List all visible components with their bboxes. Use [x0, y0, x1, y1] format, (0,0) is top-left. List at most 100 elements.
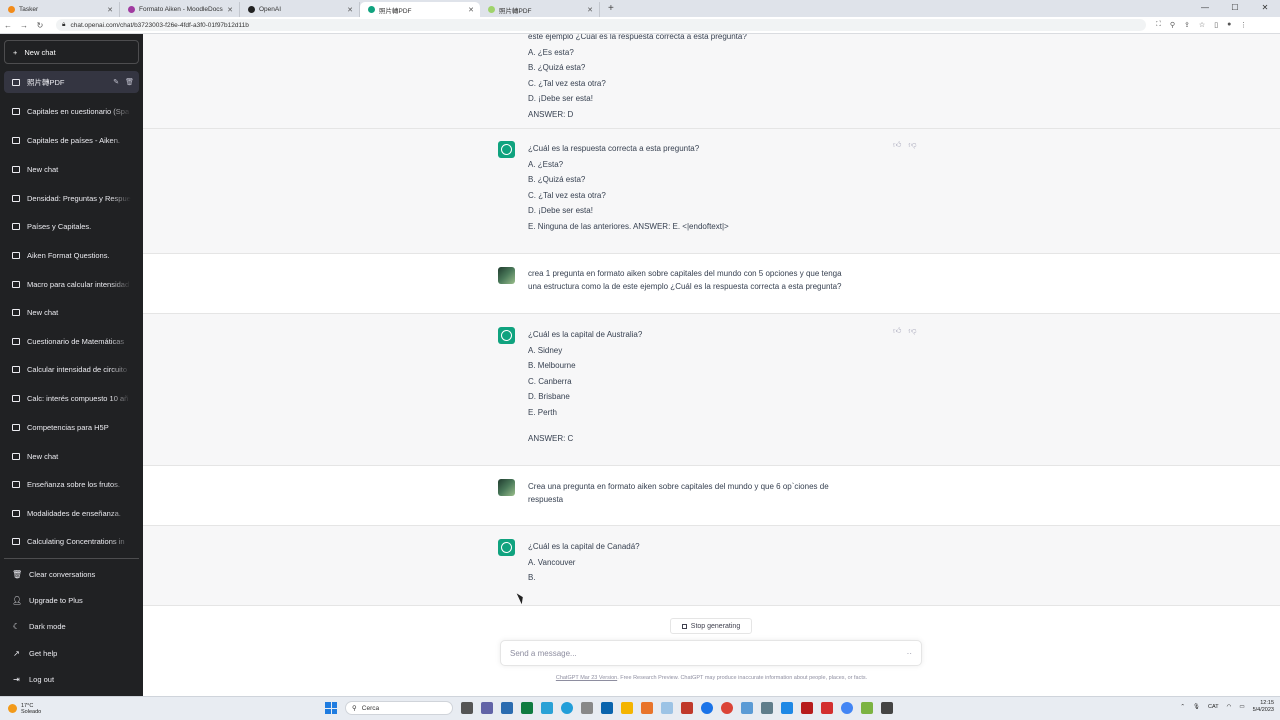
sidepanel-icon[interactable]: ▯	[1214, 21, 1218, 29]
trash-icon[interactable]: 🗑︎	[125, 78, 134, 86]
app-icon[interactable]	[541, 702, 553, 714]
back-icon[interactable]: ←	[0, 21, 16, 30]
app-icon[interactable]	[501, 702, 513, 714]
chevron-up-icon[interactable]: ⌃	[1180, 704, 1185, 710]
sidebar-conversation-item[interactable]: Modalidades de enseñanza.	[4, 502, 139, 524]
message-line: ANSWER: C	[528, 434, 574, 443]
reload-icon[interactable]: ↻	[32, 21, 48, 30]
windows-start-icon[interactable]	[325, 702, 337, 714]
chrome-icon[interactable]	[841, 702, 853, 714]
message-line: ANSWER: D	[528, 109, 574, 119]
minimize-icon[interactable]: —	[1190, 0, 1220, 17]
stop-generating-button[interactable]: Stop generating	[670, 618, 752, 634]
sidebar-conversation-item[interactable]: Competencias para H5P	[4, 416, 139, 438]
address-bar[interactable]: 🔒︎ chat.openai.com/chat/b3723003-f26e-4f…	[56, 19, 1146, 31]
sidebar-conversation-item[interactable]: Calcular intensidad de circuito	[4, 358, 139, 380]
taskbar-search[interactable]: ⚲ Cerca	[345, 701, 453, 715]
thumbs-down-icon[interactable]: 👎︎	[908, 140, 916, 150]
sidebar-conversation-item[interactable]: Capitales en cuestionario (Spa	[4, 100, 139, 122]
weather-widget[interactable]: 17°C Soleado	[8, 703, 41, 715]
edit-icon[interactable]: ✎	[113, 78, 119, 86]
app-icon[interactable]	[801, 702, 813, 714]
translate-icon[interactable]: ⛶	[1156, 21, 1161, 29]
sidebar-conversation-item[interactable]: Aiken Format Questions.	[4, 244, 139, 266]
sidebar-conversation-item[interactable]: Calc: interés compuesto 10 añ	[4, 387, 139, 409]
telegram-icon[interactable]	[561, 702, 573, 714]
sidebar-conversation-item[interactable]: Enseñanza sobre los frutos.	[4, 473, 139, 495]
conversation-title: Países y Capitales.	[27, 221, 92, 231]
sidebar-conversation-item[interactable]: New chat	[4, 445, 139, 467]
task-view-icon[interactable]	[461, 702, 473, 714]
dark-mode-button[interactable]: ☾ Dark mode	[4, 615, 139, 637]
forward-icon[interactable]: →	[16, 21, 32, 30]
close-window-icon[interactable]: ✕	[1250, 0, 1280, 17]
app-icon[interactable]	[761, 702, 773, 714]
close-icon[interactable]: ✕	[107, 6, 113, 14]
log-out-button[interactable]: ⇥ Log out	[4, 668, 139, 690]
conversation-title: New chat	[27, 164, 59, 174]
browser-tab[interactable]: Formato Aiken - MoodleDocs ✕	[120, 2, 240, 17]
microphone-icon[interactable]: 🎙︎	[1193, 704, 1200, 710]
sidebar-conversation-item[interactable]: Capitales de países - Aiken.	[4, 129, 139, 151]
browser-tab-active[interactable]: 照片轉PDF ✕	[360, 2, 480, 17]
app-icon[interactable]	[881, 702, 893, 714]
share-icon[interactable]: ⇪	[1184, 21, 1190, 29]
tab-favicon	[248, 6, 255, 13]
sidebar-conversation-item[interactable]: Países y Capitales.	[4, 215, 139, 237]
close-icon[interactable]: ✕	[587, 6, 593, 14]
file-explorer-icon[interactable]	[621, 702, 633, 714]
app-icon[interactable]	[861, 702, 873, 714]
sidebar-conversation-item[interactable]: New chat	[4, 158, 139, 180]
browser-tab[interactable]: OpenAI ✕	[240, 2, 360, 17]
sidebar-conversation-item[interactable]: Calculating Concentrations in	[4, 530, 139, 552]
clock[interactable]: 12:15 5/4/2023	[1253, 700, 1274, 714]
sidebar-conversation-item[interactable]: New chat	[4, 301, 139, 323]
language-indicator[interactable]: CAT	[1208, 704, 1219, 710]
bookmark-star-icon[interactable]: ☆	[1199, 21, 1205, 29]
app-icon[interactable]	[741, 702, 753, 714]
sidebar-conversation-item[interactable]: Macro para calcular intensidad	[4, 273, 139, 295]
sidebar-conversation-item[interactable]: 照片轉PDF ✎ 🗑︎	[4, 71, 139, 93]
app-icon[interactable]	[681, 702, 693, 714]
close-icon[interactable]: ✕	[227, 6, 233, 14]
battery-icon[interactable]: ▭	[1239, 704, 1244, 710]
message-text: ¿Cuál es la capital de Australia? A. Sidn…	[528, 327, 642, 447]
menu-icon[interactable]: ⋮	[1240, 21, 1247, 29]
maximize-icon[interactable]: ☐	[1220, 0, 1250, 17]
thumbs-up-icon[interactable]: 👍︎	[893, 326, 901, 336]
edge-icon[interactable]	[701, 702, 713, 714]
browser-tab[interactable]: Tasker ✕	[0, 2, 120, 17]
version-link[interactable]: ChatGPT Mar 23 Version	[556, 675, 617, 681]
close-icon[interactable]: ✕	[347, 6, 353, 14]
chat-bubble-icon	[12, 423, 20, 431]
zoom-icon[interactable]: ⚲	[1170, 21, 1175, 29]
message-line: A. Vancouver	[528, 557, 576, 567]
get-help-button[interactable]: ↗ Get help	[4, 642, 139, 664]
chrome-icon[interactable]	[721, 702, 733, 714]
profile-icon[interactable]: ●	[1227, 21, 1231, 29]
app-icon[interactable]	[781, 702, 793, 714]
tab-favicon	[8, 6, 15, 13]
sidebar-conversation-item[interactable]: Densidad: Preguntas y Respue	[4, 187, 139, 209]
app-icon[interactable]	[661, 702, 673, 714]
app-icon[interactable]	[821, 702, 833, 714]
clear-conversations-button[interactable]: 🗑︎ Clear conversations	[4, 563, 139, 585]
message-input[interactable]: Send a message... ··	[500, 640, 922, 666]
mail-icon[interactable]	[601, 702, 613, 714]
thumbs-down-icon[interactable]: 👎︎	[908, 326, 916, 336]
browser-tab[interactable]: 照片轉PDF ✕	[480, 2, 600, 17]
new-tab-button[interactable]: +	[600, 2, 622, 17]
new-chat-button[interactable]: + New chat	[4, 40, 139, 64]
excel-icon[interactable]	[521, 702, 533, 714]
conversation-title: Macro para calcular intensidad	[27, 279, 130, 289]
app-icon[interactable]	[581, 702, 593, 714]
close-icon[interactable]: ✕	[468, 6, 474, 14]
teams-icon[interactable]	[481, 702, 493, 714]
new-chat-label: New chat	[24, 47, 56, 57]
sidebar-conversation-item[interactable]: Cuestionario de Matemáticas	[4, 330, 139, 352]
thumbs-up-icon[interactable]: 👍︎	[893, 140, 901, 150]
upgrade-button[interactable]: 👤︎ Upgrade to Plus	[4, 589, 139, 611]
vlc-icon[interactable]	[641, 702, 653, 714]
chatgpt-avatar-icon	[498, 141, 515, 158]
wifi-icon[interactable]: ◠	[1227, 704, 1232, 710]
